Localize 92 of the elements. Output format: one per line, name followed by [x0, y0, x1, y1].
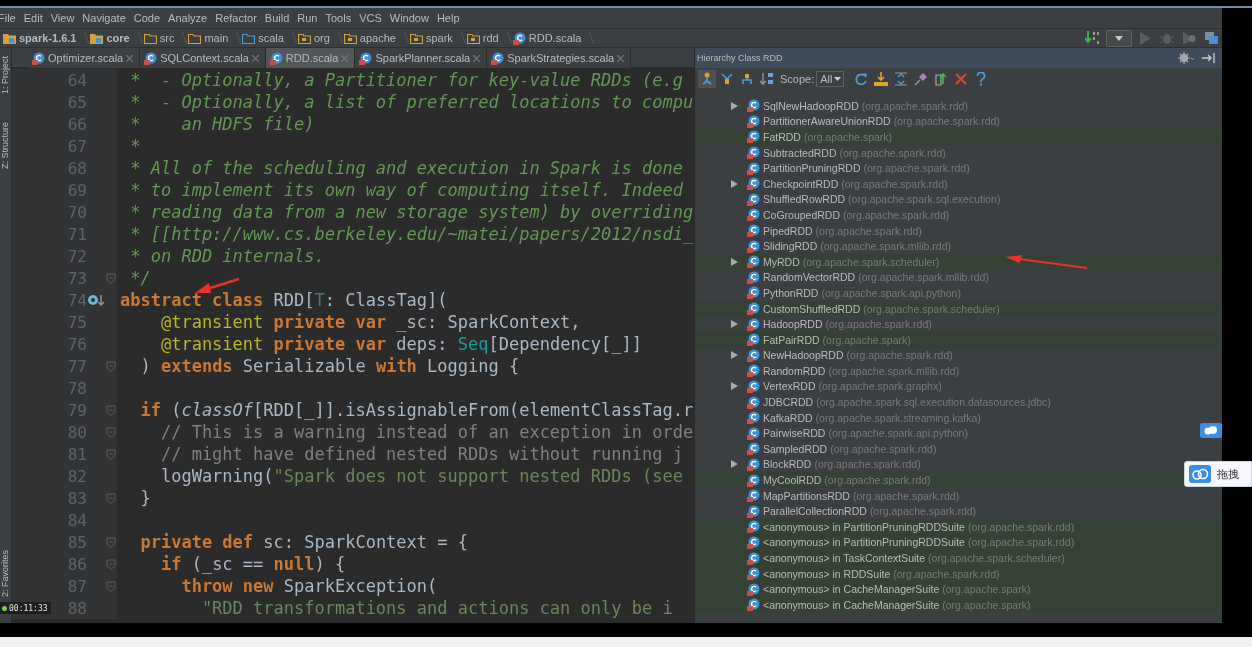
- class-name: JDBCRDD: [763, 396, 814, 409]
- package-name: (org.apache.spark.rdd): [824, 474, 931, 487]
- code-line: }: [139, 488, 151, 508]
- code-line: logWarning("Spark does not support nested RDDs (see: [159, 466, 683, 486]
- class-name: CustomShuffledRDD: [763, 302, 861, 315]
- class-name: BlockRDD: [763, 458, 812, 471]
- package-name: (org.apache.spark.rdd): [861, 99, 968, 112]
- code-line: * reading data from a new storage system) by overriding: [129, 202, 694, 222]
- package-name: (org.apache.spark.rdd): [893, 567, 1000, 580]
- class-name: <anonymous> in CacheManagerSuite: [763, 598, 940, 611]
- package-name: (org.apache.spark.sql.execution): [848, 193, 1001, 206]
- package-name: (org.apache.spark): [942, 598, 1031, 611]
- package-name: (org.apache.spark.mllib.rdd): [820, 240, 951, 253]
- class-name: <anonymous> in CacheManagerSuite: [763, 583, 940, 596]
- package-name: (org.apache.spark): [822, 333, 911, 346]
- class-name: RandomRDD: [763, 364, 826, 377]
- package-name: (org.apache.spark.rdd): [841, 177, 948, 190]
- package-name: (org.apache.spark.rdd): [814, 458, 921, 471]
- class-name: <anonymous> in PartitionPruningRDDSuite: [763, 520, 965, 533]
- class-name: ShuffledRowRDD: [763, 193, 846, 206]
- code-line: abstract class RDD[T: ClassTag](: [119, 290, 448, 310]
- code-line: */: [129, 268, 151, 288]
- class-name: <anonymous> in RDDSuite: [763, 567, 891, 580]
- package-name: (org.apache.spark.rdd): [893, 115, 1000, 128]
- class-name: VertexRDD: [763, 380, 816, 393]
- class-name: SampledRDD: [763, 442, 828, 455]
- class-name: PipedRDD: [763, 224, 813, 237]
- class-name: MyRDD: [763, 255, 800, 268]
- package-name: (org.apache.spark.rdd): [863, 162, 970, 175]
- package-name: (org.apache.spark.mllib.rdd): [858, 271, 989, 284]
- class-name: NewHadoopRDD: [763, 349, 844, 362]
- code-line: private def sc: SparkContext = {: [139, 532, 468, 552]
- package-name: (org.apache.spark.rdd): [843, 208, 950, 221]
- code-line: * [[http://www.cs.berkeley.edu/~matei/papers/2012/nsdi_: [129, 224, 694, 244]
- class-name: SubtractedRDD: [763, 146, 837, 159]
- code-line: if (classOf[RDD[_]].isAssignableFrom(elementClassTag.r: [139, 400, 694, 420]
- code-line: * - Optionally, a list of preferred locations to compu: [129, 92, 694, 112]
- package-name: (org.apache.spark.streaming.kafka): [815, 411, 981, 424]
- code-line: throw new SparkException(: [180, 576, 438, 596]
- package-name: (org.apache.spark.rdd): [846, 349, 953, 362]
- code-line: ) extends Serializable with Logging {: [139, 356, 520, 376]
- package-name: (org.apache.spark.scheduler): [863, 302, 1000, 315]
- package-name: (org.apache.spark.rdd): [967, 536, 1075, 549]
- package-name: (org.apache.spark.rdd): [825, 318, 932, 331]
- panel-title: Hierarchy Class RDD: [697, 53, 783, 63]
- class-name: PythonRDD: [763, 286, 819, 299]
- package-name: (org.apache.spark.rdd): [852, 489, 960, 502]
- code-line: // This is a warning instead of an exception in orde: [159, 422, 694, 442]
- code-line: *: [129, 136, 141, 156]
- package-name: (org.apache.spark.api.python): [828, 427, 968, 440]
- package-name: (org.apache.spark): [803, 131, 893, 143]
- class-name: KafkaRDD: [763, 411, 813, 424]
- timestamp-text: 00:11:33: [9, 603, 48, 613]
- class-name: PartitionerAwareUnionRDD: [763, 115, 891, 128]
- package-name: (org.apache.spark.rdd): [967, 520, 1075, 533]
- class-name: MyCoolRDD: [763, 474, 822, 487]
- class-name: SlidingRDD: [763, 240, 818, 253]
- code-line: // might have defined nested RDDs without running j: [159, 444, 683, 464]
- class-name: <anonymous> in TaskContextSuite: [763, 552, 926, 564]
- code-line: * to implement its own way of computing itself. Indeed: [129, 180, 683, 200]
- package-name: (org.apache.spark.rdd): [815, 224, 922, 237]
- code-line: * All of the scheduling and execution in Spark is done: [129, 158, 683, 178]
- package-name: (org.apache.spark.rdd): [869, 505, 977, 518]
- class-name: <anonymous> in PartitionPruningRDDSuite: [763, 536, 965, 549]
- package-name: (org.apache.spark.graphx): [818, 380, 942, 393]
- code-line: if (_sc == null) {: [159, 554, 346, 574]
- scope-label: Scope:: [780, 73, 815, 85]
- code-line: "RDD transformations and actions can only be i: [200, 598, 673, 618]
- class-name: PairwiseRDD: [763, 427, 826, 440]
- class-name: FatPairRDD: [763, 333, 820, 346]
- class-name: MapPartitionsRDD: [763, 489, 850, 502]
- class-name: PartitionPruningRDD: [763, 162, 861, 175]
- package-name: (org.apache.spark.rdd): [830, 442, 937, 455]
- class-name: SqlNewHadoopRDD: [763, 99, 859, 112]
- package-name: (org.apache.spark.scheduler): [928, 552, 1065, 564]
- class-name: CoGroupedRDD: [763, 208, 841, 221]
- code-line: * on RDD internals.: [129, 246, 325, 266]
- class-name: RandomVectorRDD: [763, 271, 856, 284]
- code-line: * - Optionally, a Partitioner for key-value RDDs (e.g: [129, 70, 683, 90]
- class-name: CheckpointRDD: [763, 177, 839, 190]
- class-name: ParallelCollectionRDD: [763, 505, 867, 518]
- package-name: (org.apache.spark): [942, 583, 1031, 596]
- package-name: (org.apache.spark.mllib.rdd): [828, 364, 960, 377]
- code-line: * an HDFS file): [129, 114, 315, 134]
- package-name: (org.apache.spark.sql.execution.datasources.jdbc): [816, 396, 1051, 409]
- package-name: (org.apache.spark.rdd): [839, 146, 946, 159]
- class-name: FatRDD: [763, 131, 801, 143]
- package-name: (org.apache.spark.api.python): [821, 286, 961, 299]
- code-line: @transient private var deps: Seq[Dependency[_]]: [159, 334, 643, 354]
- class-name: HadoopRDD: [763, 318, 823, 331]
- code-line: @transient private var _sc: SparkContext,: [159, 312, 581, 332]
- package-name: (org.apache.spark.scheduler): [802, 255, 940, 268]
